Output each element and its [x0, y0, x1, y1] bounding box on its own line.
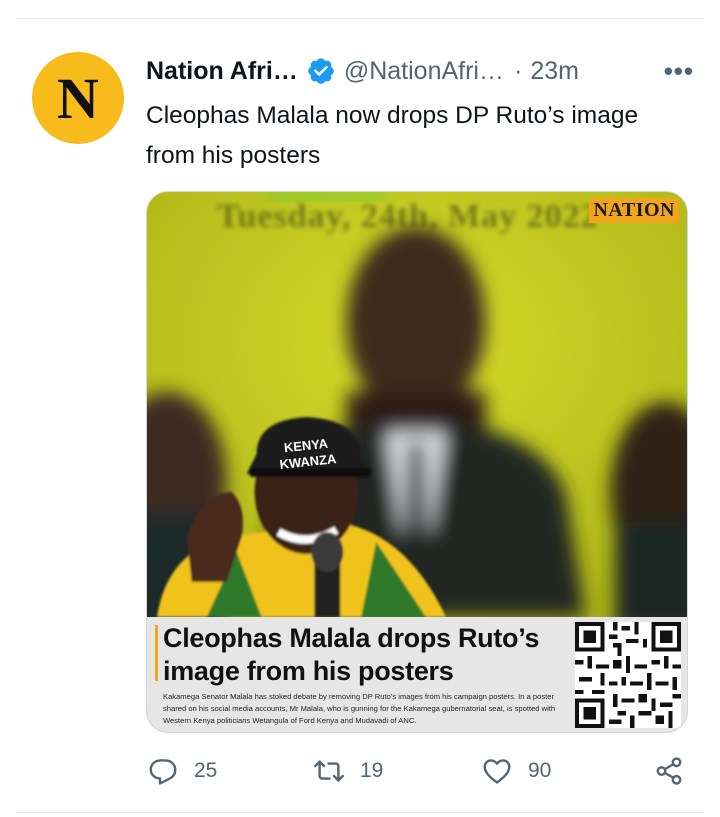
- author-handle[interactable]: @NationAfri…: [344, 57, 504, 86]
- verified-badge-icon: [308, 58, 334, 84]
- media-headline: Cleophas Malala drops Ruto’s image from …: [163, 623, 540, 686]
- retweet-count: 19: [360, 759, 384, 782]
- tweet-media[interactable]: KENYA KWANZA Tuesday, 24th, May 2022 NAT…: [146, 191, 688, 733]
- like-button[interactable]: 90: [482, 756, 551, 786]
- author-name[interactable]: Nation Afri…: [146, 57, 298, 86]
- retweet-button[interactable]: 19: [314, 756, 383, 786]
- like-count: 90: [528, 759, 552, 782]
- like-icon: [483, 759, 511, 784]
- bottom-divider: [16, 812, 704, 813]
- tweet-text: Cleophas Malala now drops DP Ruto’s imag…: [146, 102, 639, 169]
- share-button[interactable]: [654, 756, 700, 786]
- caption-accent-bar: [155, 625, 158, 681]
- retweet-icon: [314, 760, 344, 782]
- tweet-timestamp[interactable]: 23m: [530, 57, 579, 86]
- tweet-header: Nation Afri… @NationAfri… · 23m •••: [146, 54, 694, 88]
- date-overlay: Tuesday, 24th, May 2022: [217, 198, 599, 235]
- reply-button[interactable]: 25: [148, 756, 217, 786]
- avatar[interactable]: N: [32, 52, 124, 144]
- header-separator: ·: [514, 56, 523, 85]
- more-icon[interactable]: •••: [664, 56, 694, 87]
- reply-count: 25: [194, 759, 218, 782]
- share-icon: [656, 757, 682, 785]
- news-photo: KENYA KWANZA: [147, 192, 687, 617]
- nation-logo: NATION: [589, 198, 679, 223]
- avatar-letter: N: [57, 66, 99, 131]
- reply-icon: [149, 759, 177, 785]
- qr-code: [575, 622, 681, 728]
- tweet-actions: 25 19 90: [146, 756, 691, 794]
- media-summary: Kakamega Senator Malala has stoked debat…: [163, 692, 556, 725]
- caption-panel: Cleophas Malala drops Ruto’s image from …: [147, 617, 687, 732]
- top-divider: [16, 18, 704, 19]
